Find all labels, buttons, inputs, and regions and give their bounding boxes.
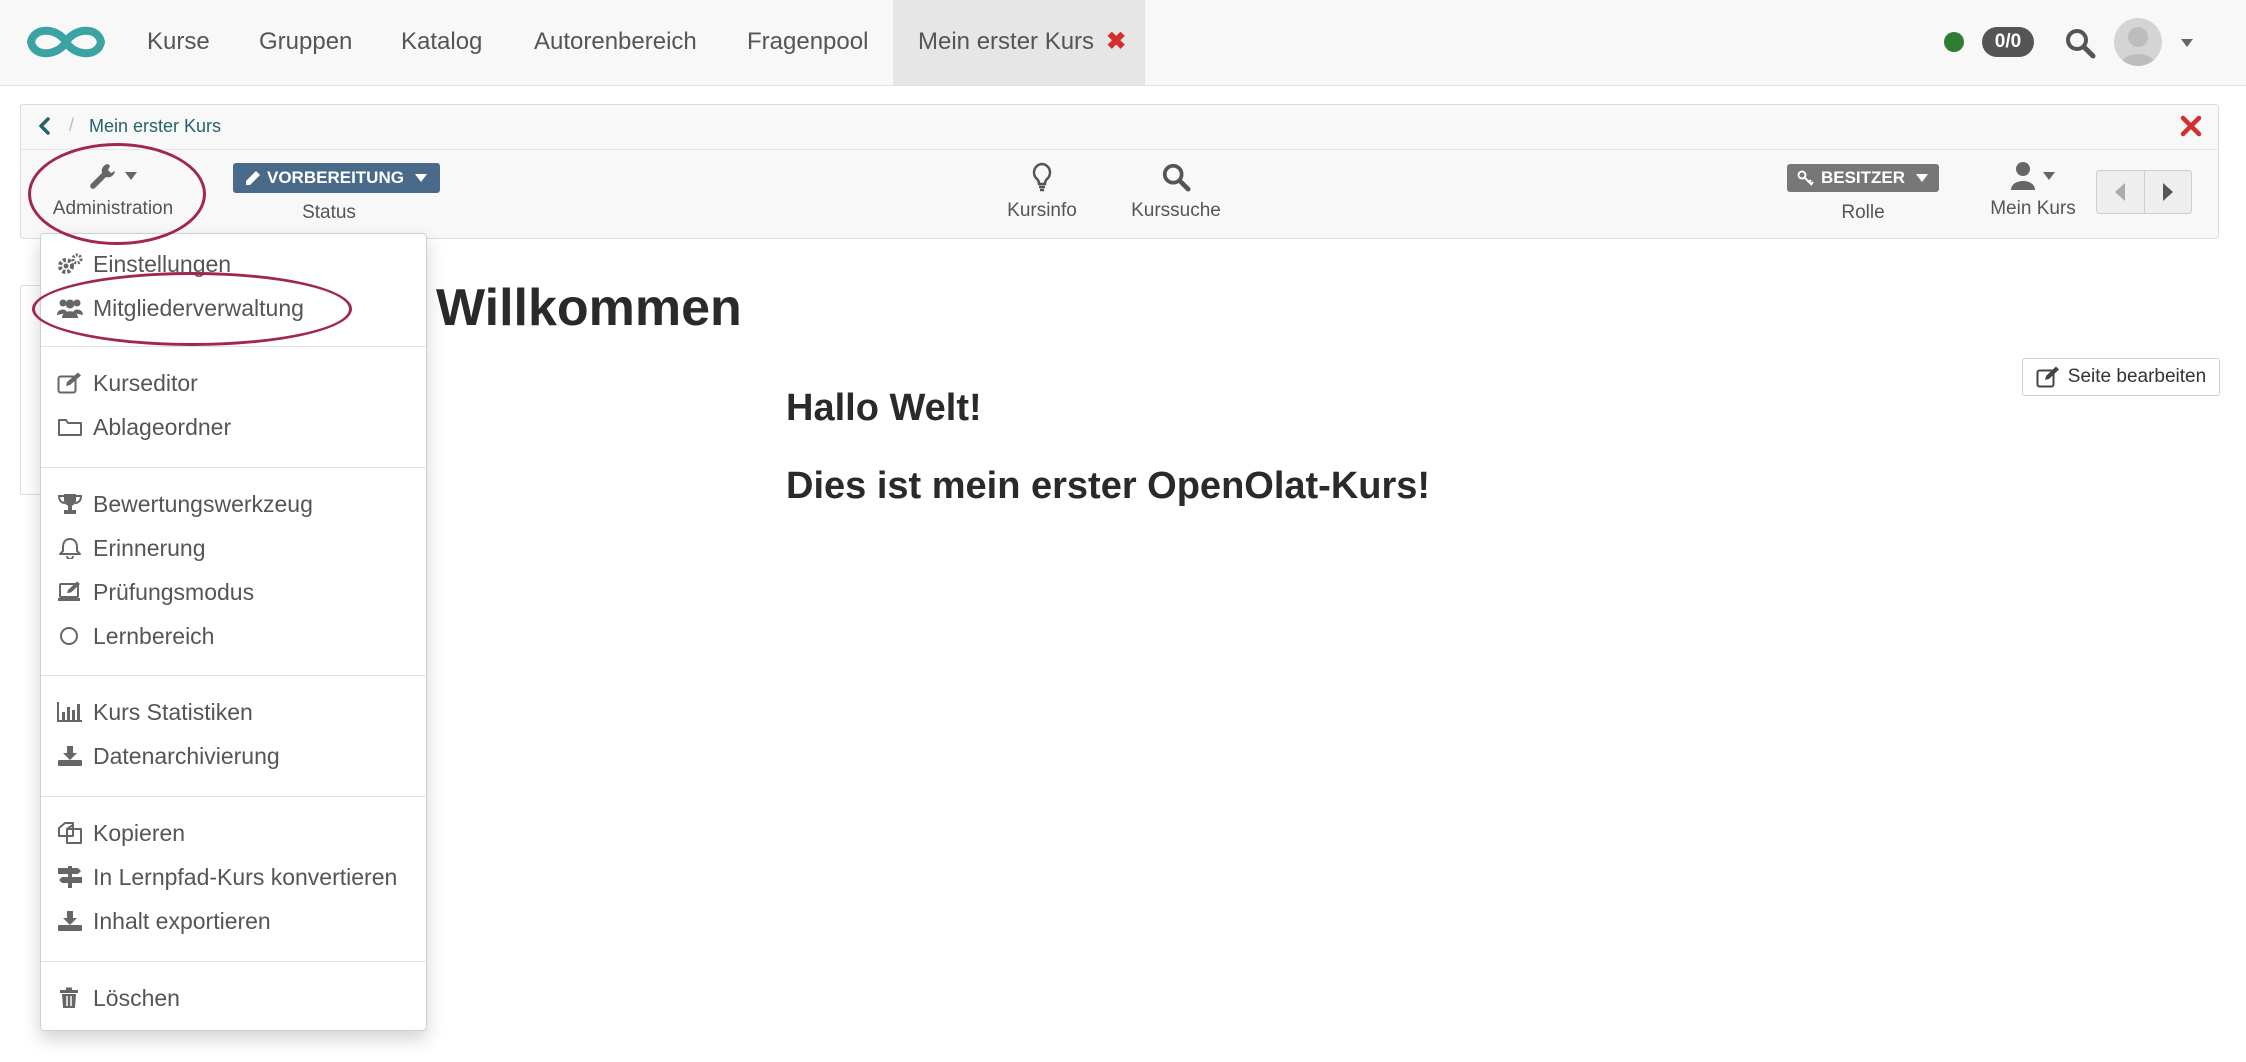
nav-kurse[interactable]: Kurse [147,0,210,85]
caret-down-icon [1916,174,1929,182]
exam-icon [58,581,80,601]
key-icon [1797,170,1814,186]
administration-dropdown: Einstellungen Mitgliederverwaltung Kurse… [40,233,427,1031]
edit-page-button[interactable]: Seite bearbeiten [2022,358,2220,396]
signpost-icon [58,866,82,888]
cogs-icon [58,253,83,274]
bar-chart-icon [57,702,82,722]
mein-kurs-menu-button[interactable]: Mein Kurs [1980,160,2086,220]
highlight-ellipse [32,272,352,346]
kurssuche-label: Kurssuche [1131,200,1221,221]
menu-item-lernpfad-konvertieren[interactable]: In Lernpfad-Kurs konvertieren [57,859,397,895]
nav-autorenbereich[interactable]: Autorenbereich [534,0,697,85]
menu-item-kurs-statistiken[interactable]: Kurs Statistiken [57,694,253,730]
menu-item-loeschen[interactable]: Löschen [57,980,180,1016]
menu-item-ablageordner[interactable]: Ablageordner [57,409,231,445]
mein-kurs-label: Mein Kurs [1990,198,2076,219]
kursinfo-label: Kursinfo [1007,200,1077,221]
menu-item-bewertungswerkzeug[interactable]: Bewertungswerkzeug [57,486,313,522]
status-label: Status [302,202,356,223]
menu-divider [41,675,426,676]
content-heading-hallo: Hallo Welt! [786,387,982,429]
tab-label: Mein erster Kurs [918,28,1095,55]
folder-icon [58,419,82,436]
role-dropdown[interactable]: BESITZER [1786,164,1940,192]
status-dropdown[interactable]: VORBEREITUNG [233,163,440,193]
caret-down-icon [414,174,427,182]
menu-divider [41,961,426,962]
role-label: Rolle [1841,202,1885,223]
previous-button[interactable] [2097,171,2144,213]
export-icon [58,911,82,931]
menu-divider [41,346,426,347]
menu-item-lernbereich[interactable]: Lernbereich [57,618,214,654]
top-navigation: Kurse Gruppen Katalog Autorenbereich Fra… [0,0,2246,86]
edit-page-label: Seite bearbeiten [2067,366,2207,387]
menu-item-kopieren[interactable]: Kopieren [57,815,185,851]
tab-close-icon[interactable]: ✖ [1106,28,1126,55]
search-icon [1162,163,1191,192]
kurssuche-button[interactable]: Kurssuche [1126,162,1226,222]
highlight-ellipse [28,143,206,245]
caret-down-icon[interactable] [2180,38,2194,48]
search-icon[interactable] [2064,27,2096,59]
edit-icon [2036,366,2059,388]
status-value: VORBEREITUNG [267,168,404,187]
menu-item-inhalt-exportieren[interactable]: Inhalt exportieren [57,903,271,939]
nav-gruppen[interactable]: Gruppen [259,0,352,85]
menu-item-kurseditor[interactable]: Kurseditor [57,365,198,401]
kursinfo-button[interactable]: Kursinfo [990,162,1094,222]
menu-divider [41,796,426,797]
nav-fragenpool[interactable]: Fragenpool [747,0,868,85]
user-icon [2011,162,2035,190]
chevron-left-icon[interactable] [37,117,51,135]
menu-item-erinnerung[interactable]: Erinnerung [57,530,206,566]
copy-icon [58,822,82,844]
caret-down-icon [2043,172,2055,180]
trash-icon [60,987,78,1008]
content-heading-kurs: Dies ist mein erster OpenOlat-Kurs! [786,465,1431,507]
lightbulb-icon [1032,162,1052,192]
breadcrumb-course-link[interactable]: Mein erster Kurs [89,116,221,137]
circle-icon [60,627,78,645]
menu-item-datenarchivierung[interactable]: Datenarchivierung [57,738,280,774]
menu-item-pruefungsmodus[interactable]: Prüfungsmodus [57,574,254,610]
breadcrumb: / Mein erster Kurs [21,105,2218,150]
close-icon[interactable] [2180,115,2202,137]
page-title: Willkommen [436,279,742,337]
bell-icon [59,538,81,559]
menu-divider [41,467,426,468]
edit-icon [57,372,81,394]
triangle-left-icon [2115,183,2126,201]
next-button[interactable] [2143,171,2192,213]
triangle-right-icon [2162,183,2173,201]
avatar[interactable] [2114,18,2162,66]
pencil-icon [246,171,260,185]
status-tool[interactable]: VORBEREITUNG Status [233,163,440,224]
course-pager [2096,170,2192,214]
tab-mein-erster-kurs[interactable]: Mein erster Kurs ✖ [893,0,1145,85]
download-icon [58,746,82,766]
breadcrumb-separator: / [69,115,75,135]
role-value: BESITZER [1820,168,1906,187]
notification-counter[interactable]: 0/0 [1982,27,2034,57]
infinity-logo-icon[interactable] [22,20,110,64]
status-dot-icon [1944,32,1964,52]
role-tool[interactable]: BESITZER Rolle [1780,164,1946,224]
nav-katalog[interactable]: Katalog [401,0,482,85]
trophy-icon [57,494,83,514]
